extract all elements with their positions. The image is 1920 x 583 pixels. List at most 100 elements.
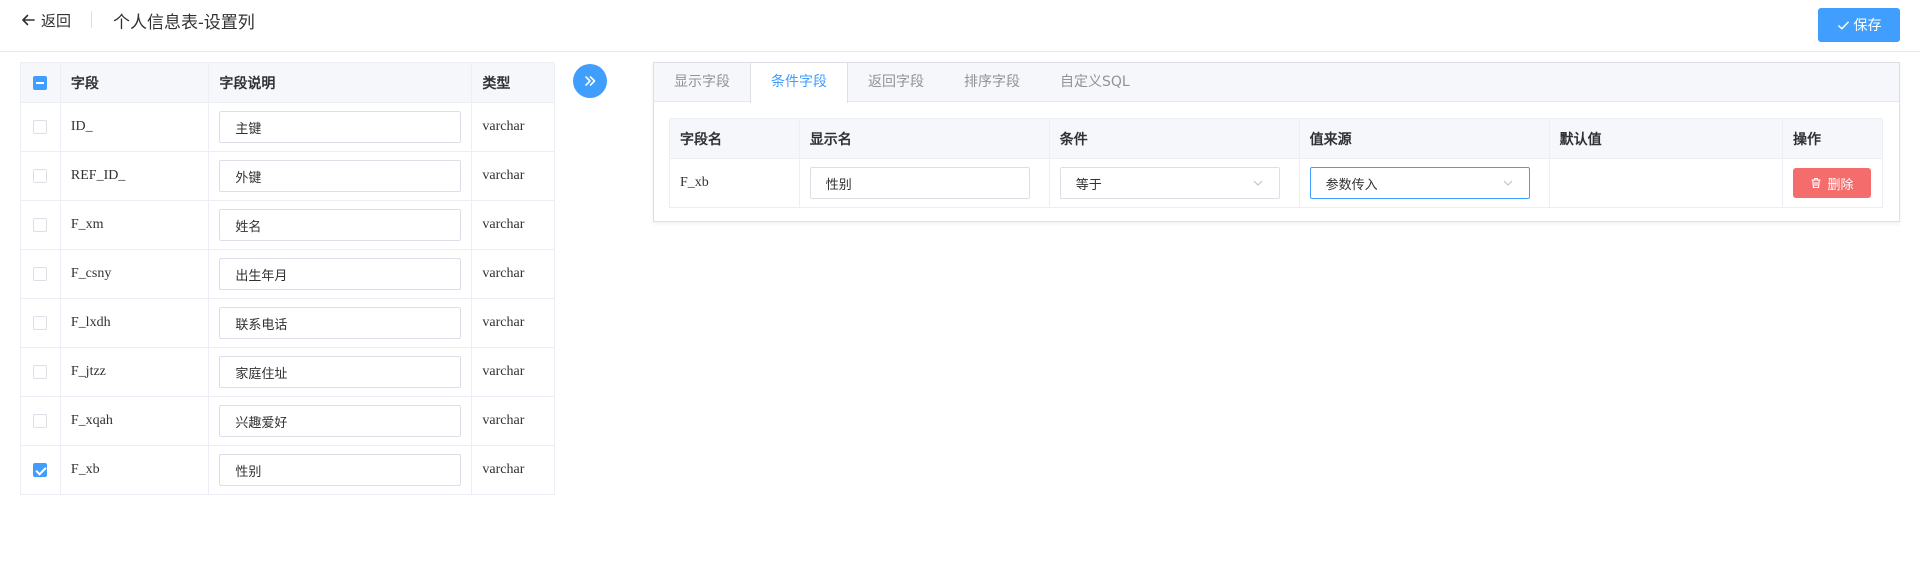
row-checkbox-cell bbox=[20, 298, 61, 348]
delete-label: 删除 bbox=[1827, 177, 1854, 193]
field-name: REF_ID_ bbox=[59, 151, 210, 201]
double-chevron-right-icon bbox=[585, 76, 596, 86]
select-all-cell bbox=[20, 62, 61, 103]
field-desc-cell bbox=[208, 249, 473, 299]
row-checkbox[interactable] bbox=[33, 463, 48, 477]
field-name: ID_ bbox=[59, 102, 210, 152]
condition-field-name: F_xb bbox=[669, 158, 800, 208]
tab-bar: 显示字段 条件字段 返回字段 排序字段 自定义SQL bbox=[654, 63, 1899, 103]
header-default-value: 默认值 bbox=[1548, 118, 1783, 159]
header-operation: 操作 bbox=[1781, 118, 1884, 159]
trash-icon bbox=[1811, 177, 1821, 189]
field-row: F_csny varchar bbox=[20, 249, 555, 299]
save-label: 保存 bbox=[1853, 18, 1882, 34]
value-source-cell: 参数传入 bbox=[1298, 158, 1550, 208]
tab-item[interactable]: 排序字段 bbox=[944, 63, 1040, 102]
field-type: varchar bbox=[471, 249, 555, 299]
row-checkbox-cell bbox=[20, 151, 61, 201]
display-name-value: 性别 bbox=[825, 177, 852, 193]
header-display-name: 显示名 bbox=[798, 118, 1050, 159]
header-desc: 字段说明 bbox=[208, 62, 473, 103]
tab-item[interactable]: 返回字段 bbox=[848, 63, 944, 102]
field-type: varchar bbox=[471, 200, 555, 250]
field-type: varchar bbox=[471, 396, 555, 446]
chevron-down-icon bbox=[1503, 180, 1513, 186]
field-type: varchar bbox=[471, 151, 555, 201]
header-condition: 条件 bbox=[1048, 118, 1300, 159]
delete-button[interactable]: 删除 bbox=[1792, 168, 1871, 198]
field-type: varchar bbox=[471, 102, 555, 152]
field-row: F_lxdh varchar bbox=[20, 298, 555, 348]
chevron-down-icon bbox=[1253, 180, 1263, 186]
row-checkbox[interactable] bbox=[33, 267, 48, 281]
field-name: F_jtzz bbox=[59, 347, 210, 397]
value-source-value: 参数传入 bbox=[1325, 177, 1378, 193]
field-table-header: 字段 字段说明 类型 bbox=[20, 62, 555, 103]
condition-cell: 等于 bbox=[1048, 158, 1300, 208]
operation-cell: 删除 bbox=[1781, 158, 1884, 208]
field-desc-cell bbox=[208, 102, 473, 152]
back-label: 返回 bbox=[41, 11, 72, 30]
save-button[interactable]: 保存 bbox=[1818, 8, 1900, 42]
row-checkbox-cell bbox=[20, 396, 61, 446]
field-row: F_jtzz varchar bbox=[20, 347, 555, 397]
display-name-input[interactable]: 性别 bbox=[809, 167, 1030, 199]
field-type: varchar bbox=[471, 298, 555, 348]
row-checkbox[interactable] bbox=[33, 169, 48, 183]
field-name: F_csny bbox=[59, 249, 210, 299]
field-type: varchar bbox=[471, 445, 555, 495]
row-checkbox-cell bbox=[20, 102, 61, 152]
tab-item[interactable]: 自定义SQL bbox=[1040, 63, 1150, 102]
field-desc-cell bbox=[208, 396, 473, 446]
row-checkbox[interactable] bbox=[33, 218, 48, 232]
tab-item[interactable]: 条件字段 bbox=[750, 63, 848, 103]
row-checkbox-cell bbox=[20, 445, 61, 495]
field-desc-cell bbox=[208, 151, 473, 201]
field-desc-input[interactable] bbox=[219, 209, 462, 241]
header-value-source: 值来源 bbox=[1298, 118, 1550, 159]
field-type: varchar bbox=[471, 347, 555, 397]
row-checkbox-cell bbox=[20, 347, 61, 397]
condition-row: F_xb 性别 等于 参数传入 删除 bbox=[669, 158, 1884, 208]
page-title: 个人信息表-设置列 bbox=[113, 13, 255, 33]
row-checkbox[interactable] bbox=[33, 414, 48, 428]
condition-select[interactable]: 等于 bbox=[1059, 167, 1280, 199]
field-desc-input[interactable] bbox=[219, 258, 462, 290]
field-row: ID_ varchar bbox=[20, 102, 555, 152]
field-name: F_xm bbox=[59, 200, 210, 250]
row-checkbox-cell bbox=[20, 249, 61, 299]
field-desc-input[interactable] bbox=[219, 405, 462, 437]
header-type: 类型 bbox=[471, 62, 555, 103]
field-row: F_xqah varchar bbox=[20, 396, 555, 446]
field-desc-cell bbox=[208, 445, 473, 495]
condition-value: 等于 bbox=[1075, 177, 1102, 193]
row-checkbox[interactable] bbox=[33, 365, 48, 379]
field-desc-cell bbox=[208, 200, 473, 250]
default-value-cell bbox=[1548, 158, 1783, 208]
check-icon bbox=[1837, 21, 1849, 29]
row-checkbox[interactable] bbox=[33, 120, 48, 134]
tab-item[interactable]: 显示字段 bbox=[654, 63, 750, 102]
page-header: 返回 个人信息表-设置列 保存 bbox=[0, 0, 1920, 52]
field-name: F_xqah bbox=[59, 396, 210, 446]
select-all-checkbox[interactable] bbox=[33, 75, 48, 90]
back-button[interactable]: 返回 bbox=[21, 9, 71, 31]
field-desc-input[interactable] bbox=[219, 160, 462, 192]
field-desc-input[interactable] bbox=[219, 307, 462, 339]
field-name: F_xb bbox=[59, 445, 210, 495]
header-field-name: 字段名 bbox=[669, 118, 800, 159]
condition-table: 字段名 显示名 条件 值来源 默认值 操作 F_xb 性别 等于 参数传入 删除 bbox=[669, 118, 1884, 208]
value-source-select[interactable]: 参数传入 bbox=[1309, 167, 1530, 199]
field-desc-cell bbox=[208, 298, 473, 348]
field-desc-input[interactable] bbox=[219, 111, 462, 143]
row-checkbox[interactable] bbox=[33, 316, 48, 330]
move-right-button[interactable] bbox=[573, 64, 607, 98]
field-desc-input[interactable] bbox=[219, 454, 462, 486]
arrow-left-icon bbox=[22, 14, 35, 26]
field-table: 字段 字段说明 类型 ID_varcharREF_ID_varcharF_xmv… bbox=[20, 62, 555, 495]
config-panel: 显示字段 条件字段 返回字段 排序字段 自定义SQL 字段名 显示名 条件 值来源 默认… bbox=[653, 62, 1900, 222]
row-checkbox-cell bbox=[20, 200, 61, 250]
field-desc-input[interactable] bbox=[219, 356, 462, 388]
header-field: 字段 bbox=[59, 62, 210, 103]
display-name-cell: 性别 bbox=[798, 158, 1050, 208]
